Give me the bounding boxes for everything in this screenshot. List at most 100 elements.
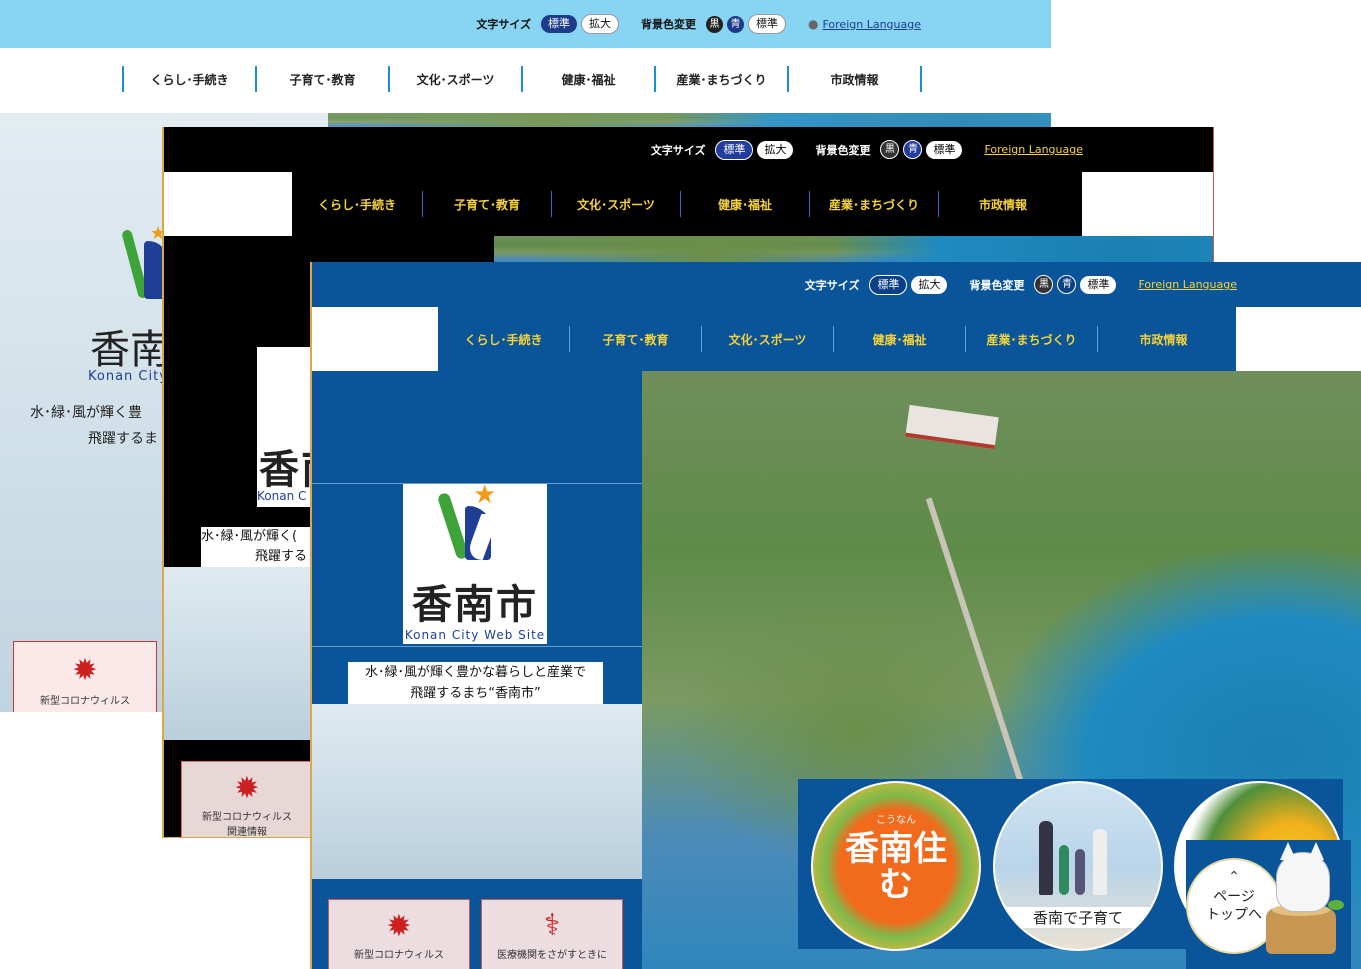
slogan-line2: 飛躍する (255, 549, 308, 564)
badge-raise-label: 香南で子育て (995, 907, 1161, 928)
bg-color-switcher: 背景色変更 黒 青 標準 (969, 275, 1117, 294)
slogan-line2: 飛躍するまち“香南市” (410, 686, 541, 701)
logo-mark-icon: ★ (436, 482, 509, 562)
font-size-standard-button[interactable]: 標準 (869, 274, 908, 295)
bg-standard-button[interactable]: 標準 (748, 14, 786, 34)
nav-health[interactable]: 健康･福祉 (834, 327, 965, 351)
slogan-line2: 飛躍するま (88, 431, 158, 447)
nav-childcare[interactable]: 子育て･教育 (570, 327, 701, 351)
nav-living[interactable]: くらし･手続き (292, 192, 422, 216)
bg-color-label: 背景色変更 (815, 143, 871, 157)
font-size-switcher: 文字サイズ 標準 拡大 (476, 14, 619, 34)
utility-bar: 文字サイズ 標準 拡大 背景色変更 黒 青 標準 Foreign Languag… (312, 262, 1361, 307)
nav-industry[interactable]: 産業･まちづくり (810, 192, 938, 216)
virus-icon: ✹ (72, 653, 98, 688)
font-size-standard-button[interactable]: 標準 (715, 139, 754, 160)
bg-color-switcher: 背景色変更 黒 青 標準 (641, 14, 786, 34)
bg-blue-button[interactable]: 青 (903, 140, 923, 159)
logo-title: 香南市 (259, 446, 317, 493)
bg-standard-button[interactable]: 標準 (1080, 275, 1117, 294)
badge-raise-kids[interactable]: 香南で子育て (993, 781, 1163, 951)
nav-health[interactable]: 健康･福祉 (523, 67, 654, 91)
white-header-block-right (1236, 307, 1361, 371)
bg-standard-button[interactable]: 標準 (926, 140, 963, 159)
bg-color-label: 背景色変更 (641, 18, 696, 31)
nav-culture[interactable]: 文化･スポーツ (552, 192, 680, 216)
medical-card-label: 医療機関をさがすときに (497, 950, 607, 961)
nav-living[interactable]: くらし･手続き (438, 327, 569, 351)
bg-black-button[interactable]: 黒 (1034, 275, 1054, 294)
virus-icon: ✹ (234, 771, 260, 806)
bg-blue-button[interactable]: 青 (1057, 275, 1077, 294)
nav-culture[interactable]: 文化･スポーツ (390, 67, 521, 91)
globe-icon: ● (808, 17, 819, 31)
nav-city-info[interactable]: 市政情報 (939, 192, 1067, 216)
nav-living[interactable]: くらし･手続き (124, 67, 255, 91)
font-size-switcher: 文字サイズ 標準 拡大 (650, 139, 794, 160)
covid-card-label: 新型コロナウィルス (354, 950, 444, 961)
badge-live-label: 香南住む (845, 829, 947, 905)
font-size-label: 文字サイズ (804, 278, 860, 292)
font-size-switcher: 文字サイズ 標準 拡大 (804, 274, 948, 295)
nav-city-info[interactable]: 市政情報 (789, 67, 920, 91)
foreign-language-link[interactable]: Foreign Language (984, 143, 1083, 156)
city-logo: 香南市 Konan C (257, 347, 317, 507)
nav-childcare[interactable]: 子育て･教育 (423, 192, 551, 216)
slogan: 水･緑･風が輝く豊 飛躍するま (30, 400, 170, 452)
covid-card-label: 新型コロナウィルス (202, 812, 292, 823)
slogan: 水･緑･風が輝く豊かな暮らしと産業で 飛躍するまち“香南市” (348, 662, 603, 704)
coast-road (925, 497, 1025, 785)
global-nav: くらし･手続き 子育て･教育 文化･スポーツ 健康･福祉 産業･まちづくり 市政… (122, 66, 922, 92)
nav-industry[interactable]: 産業･まちづくり (966, 327, 1097, 351)
city-logo: ★ 香南市 Konan City Web Site (403, 482, 547, 644)
bg-color-label: 背景色変更 (969, 278, 1025, 292)
slogan-line1: 水･緑･風が輝く( (201, 529, 298, 544)
logo-title: 香南市 (412, 581, 538, 628)
badge-live-top: こうなん (876, 815, 916, 826)
global-nav: くらし･手続き 子育て･教育 文化･スポーツ 健康･福祉 産業･まちづくり 市政… (292, 172, 1082, 236)
white-header-block-right (1082, 172, 1213, 236)
nav-divider (920, 66, 922, 92)
hero-sea (312, 704, 642, 879)
font-size-label: 文字サイズ (650, 143, 706, 157)
logo-subtitle: Konan City Web Site (404, 628, 546, 642)
white-header-block (164, 172, 292, 236)
slogan-line1: 水･緑･風が輝く豊かな暮らしと産業で (364, 665, 586, 680)
family-photo (1035, 811, 1125, 901)
foreign-language-link[interactable]: Foreign Language (822, 18, 921, 31)
white-header-block (312, 307, 438, 371)
hero-sea (164, 567, 311, 740)
slogan-line1: 水･緑･風が輝く豊 (30, 405, 142, 421)
utility-bar: 文字サイズ 標準 拡大 背景色変更 黒 青 標準 Foreign Languag… (164, 127, 1213, 172)
font-size-large-button[interactable]: 拡大 (911, 275, 948, 294)
hotel-building (905, 404, 999, 450)
mascot-icon (1262, 842, 1346, 960)
blue-theme-preview: 文字サイズ 標準 拡大 背景色変更 黒 青 標準 Foreign Languag… (310, 262, 1361, 969)
covid-card-label: 新型コロナウィルス (40, 696, 130, 707)
font-size-standard-button[interactable]: 標準 (541, 15, 577, 33)
logo-subtitle: Konan C (257, 489, 307, 503)
virus-icon: ✹ (386, 909, 412, 944)
badge-live-in-konan[interactable]: こうなん 香南住む (811, 781, 981, 951)
covid-info-card[interactable]: ✹ 新型コロナウィルス 関連情報 (181, 761, 313, 837)
logo-subtitle: Konan City (88, 369, 168, 384)
foreign-language-link[interactable]: Foreign Language (1138, 278, 1237, 291)
medical-search-card[interactable]: ⚕ 医療機関をさがすときに (481, 899, 623, 969)
font-size-large-button[interactable]: 拡大 (581, 14, 619, 34)
nav-health[interactable]: 健康･福祉 (681, 192, 809, 216)
covid-info-card[interactable]: ✹ 新型コロナウィルス (328, 899, 470, 969)
bg-black-button[interactable]: 黒 (880, 140, 900, 159)
bg-blue-button[interactable]: 青 (727, 15, 744, 33)
nav-industry[interactable]: 産業･まちづくり (656, 67, 787, 91)
nav-culture[interactable]: 文化･スポーツ (702, 327, 833, 351)
bg-color-switcher: 背景色変更 黒 青 標準 (815, 140, 963, 159)
nav-childcare[interactable]: 子育て･教育 (257, 67, 388, 91)
stethoscope-icon: ⚕ (543, 908, 561, 943)
bg-black-button[interactable]: 黒 (706, 15, 723, 33)
nav-city-info[interactable]: 市政情報 (1098, 327, 1229, 351)
font-size-large-button[interactable]: 拡大 (757, 140, 794, 159)
slogan-row: 水･緑･風が輝く( 飛躍する (201, 527, 311, 567)
font-size-label: 文字サイズ (476, 18, 531, 31)
covid-info-card[interactable]: ✹ 新型コロナウィルス (13, 641, 157, 712)
global-nav: くらし･手続き 子育て･教育 文化･スポーツ 健康･福祉 産業･まちづくり 市政… (438, 307, 1236, 371)
